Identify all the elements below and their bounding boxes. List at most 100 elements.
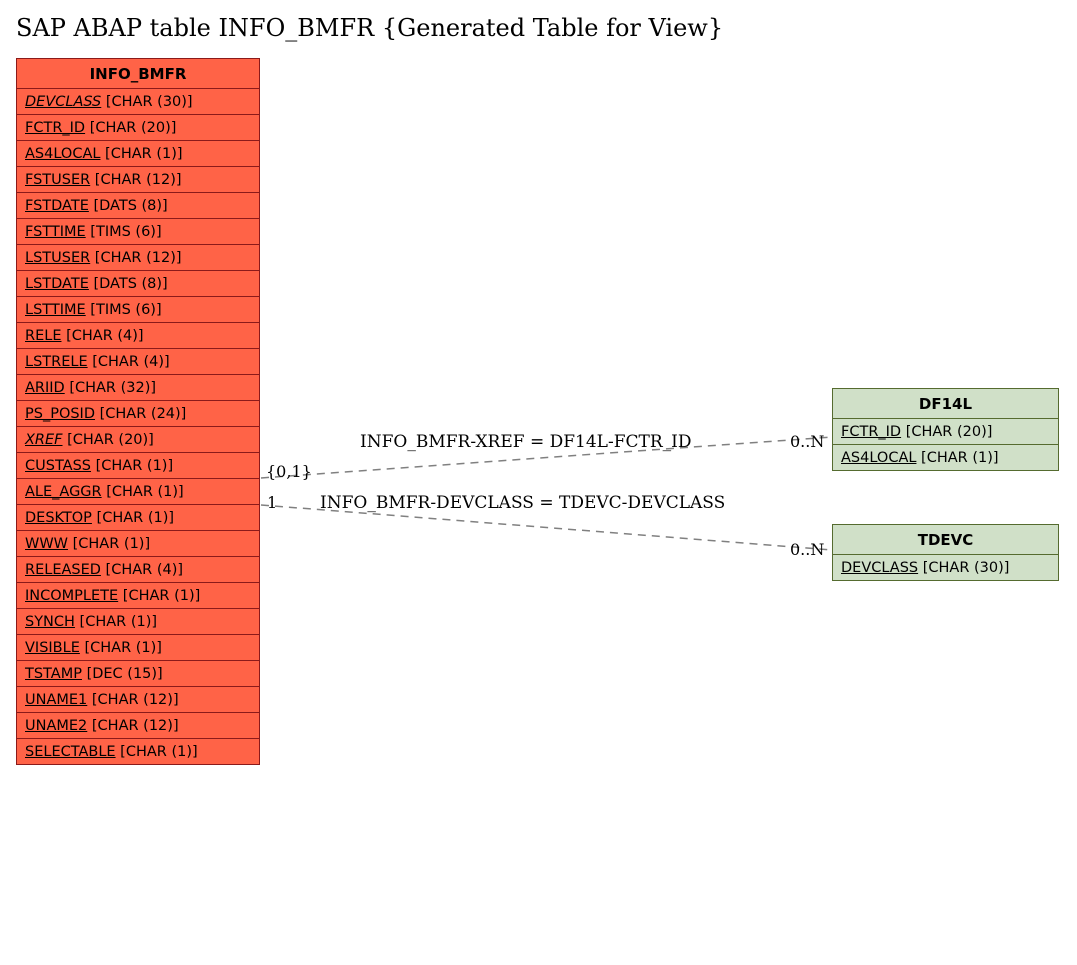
field-type: [CHAR (20)] <box>901 424 992 440</box>
field-row: RELEASED [CHAR (4)] <box>17 557 259 583</box>
field-row: CUSTASS [CHAR (1)] <box>17 453 259 479</box>
field-row: ARIID [CHAR (32)] <box>17 375 259 401</box>
field-type: [TIMS (6)] <box>86 302 162 318</box>
field-name: PS_POSID <box>25 406 95 422</box>
field-row: AS4LOCAL [CHAR (1)] <box>17 141 259 167</box>
cardinality-right-2: 0..N <box>790 540 824 559</box>
field-row: XREF [CHAR (20)] <box>17 427 259 453</box>
field-name: UNAME2 <box>25 718 87 734</box>
field-type: [CHAR (1)] <box>102 484 184 500</box>
field-type: [CHAR (12)] <box>90 172 181 188</box>
relation-label-2: INFO_BMFR-DEVCLASS = TDEVC-DEVCLASS <box>320 493 725 513</box>
field-row: UNAME1 [CHAR (12)] <box>17 687 259 713</box>
field-name: LSTDATE <box>25 276 89 292</box>
field-name: FSTDATE <box>25 198 89 214</box>
field-type: [CHAR (1)] <box>92 510 174 526</box>
field-type: [CHAR (4)] <box>101 562 183 578</box>
entity-tdevc: TDEVC DEVCLASS [CHAR (30)] <box>832 524 1059 581</box>
field-name: FCTR_ID <box>25 120 85 136</box>
field-type: [CHAR (30)] <box>101 94 192 110</box>
field-name: DEVCLASS <box>25 94 101 110</box>
field-type: [CHAR (12)] <box>90 250 181 266</box>
field-name: DESKTOP <box>25 510 92 526</box>
entity-header: TDEVC <box>833 525 1058 555</box>
field-row: RELE [CHAR (4)] <box>17 323 259 349</box>
field-type: [CHAR (1)] <box>118 588 200 604</box>
field-row: PS_POSID [CHAR (24)] <box>17 401 259 427</box>
field-row: ALE_AGGR [CHAR (1)] <box>17 479 259 505</box>
field-row: LSTUSER [CHAR (12)] <box>17 245 259 271</box>
field-name: TSTAMP <box>25 666 82 682</box>
field-name: SYNCH <box>25 614 75 630</box>
field-row: INCOMPLETE [CHAR (1)] <box>17 583 259 609</box>
field-name: LSTUSER <box>25 250 90 266</box>
field-name: FSTTIME <box>25 224 86 240</box>
field-name: LSTRELE <box>25 354 88 370</box>
field-row: FCTR_ID [CHAR (20)] <box>17 115 259 141</box>
field-row: AS4LOCAL [CHAR (1)] <box>833 445 1058 470</box>
field-name: LSTTIME <box>25 302 86 318</box>
entity-df14l: DF14L FCTR_ID [CHAR (20)]AS4LOCAL [CHAR … <box>832 388 1059 471</box>
field-row: UNAME2 [CHAR (12)] <box>17 713 259 739</box>
field-row: SYNCH [CHAR (1)] <box>17 609 259 635</box>
entity-info-bmfr: INFO_BMFR DEVCLASS [CHAR (30)]FCTR_ID [C… <box>16 58 260 765</box>
field-row: DEVCLASS [CHAR (30)] <box>833 555 1058 580</box>
page-title: SAP ABAP table INFO_BMFR {Generated Tabl… <box>16 14 1067 42</box>
field-type: [CHAR (1)] <box>68 536 150 552</box>
field-type: [DATS (8)] <box>89 276 168 292</box>
field-name: AS4LOCAL <box>25 146 100 162</box>
entity-header: INFO_BMFR <box>17 59 259 89</box>
field-type: [CHAR (32)] <box>65 380 156 396</box>
field-type: [CHAR (12)] <box>87 692 178 708</box>
field-type: [CHAR (20)] <box>63 432 154 448</box>
field-row: FSTDATE [DATS (8)] <box>17 193 259 219</box>
field-type: [CHAR (1)] <box>75 614 157 630</box>
field-type: [CHAR (20)] <box>85 120 176 136</box>
field-name: FSTUSER <box>25 172 90 188</box>
field-type: [CHAR (1)] <box>100 146 182 162</box>
field-type: [CHAR (12)] <box>87 718 178 734</box>
field-type: [CHAR (30)] <box>918 560 1009 576</box>
field-type: [CHAR (1)] <box>916 450 998 466</box>
field-name: UNAME1 <box>25 692 87 708</box>
field-type: [CHAR (4)] <box>88 354 170 370</box>
field-row: FSTTIME [TIMS (6)] <box>17 219 259 245</box>
field-name: RELEASED <box>25 562 101 578</box>
field-name: FCTR_ID <box>841 424 901 440</box>
field-name: CUSTASS <box>25 458 91 474</box>
field-type: [TIMS (6)] <box>86 224 162 240</box>
field-type: [CHAR (24)] <box>95 406 186 422</box>
field-name: ALE_AGGR <box>25 484 102 500</box>
field-row: FSTUSER [CHAR (12)] <box>17 167 259 193</box>
field-row: LSTDATE [DATS (8)] <box>17 271 259 297</box>
field-type: [CHAR (1)] <box>91 458 173 474</box>
field-name: RELE <box>25 328 61 344</box>
field-row: DESKTOP [CHAR (1)] <box>17 505 259 531</box>
field-name: AS4LOCAL <box>841 450 916 466</box>
cardinality-right-1: 0..N <box>790 432 824 451</box>
field-row: LSTRELE [CHAR (4)] <box>17 349 259 375</box>
field-type: [DATS (8)] <box>89 198 168 214</box>
cardinality-left-2: 1 <box>267 493 277 512</box>
field-type: [CHAR (4)] <box>61 328 143 344</box>
field-row: TSTAMP [DEC (15)] <box>17 661 259 687</box>
field-row: WWW [CHAR (1)] <box>17 531 259 557</box>
field-type: [CHAR (1)] <box>116 744 198 760</box>
field-name: SELECTABLE <box>25 744 116 760</box>
field-row: SELECTABLE [CHAR (1)] <box>17 739 259 764</box>
field-type: [DEC (15)] <box>82 666 163 682</box>
field-name: ARIID <box>25 380 65 396</box>
relation-label-1: INFO_BMFR-XREF = DF14L-FCTR_ID <box>360 432 692 452</box>
field-row: VISIBLE [CHAR (1)] <box>17 635 259 661</box>
field-name: DEVCLASS <box>841 560 918 576</box>
field-row: DEVCLASS [CHAR (30)] <box>17 89 259 115</box>
er-diagram: INFO_BMFR DEVCLASS [CHAR (30)]FCTR_ID [C… <box>10 52 1067 962</box>
cardinality-left-1: {0,1} <box>266 462 312 481</box>
field-name: VISIBLE <box>25 640 80 656</box>
field-name: XREF <box>25 432 63 448</box>
field-type: [CHAR (1)] <box>80 640 162 656</box>
field-row: LSTTIME [TIMS (6)] <box>17 297 259 323</box>
field-row: FCTR_ID [CHAR (20)] <box>833 419 1058 445</box>
entity-header: DF14L <box>833 389 1058 419</box>
field-name: WWW <box>25 536 68 552</box>
